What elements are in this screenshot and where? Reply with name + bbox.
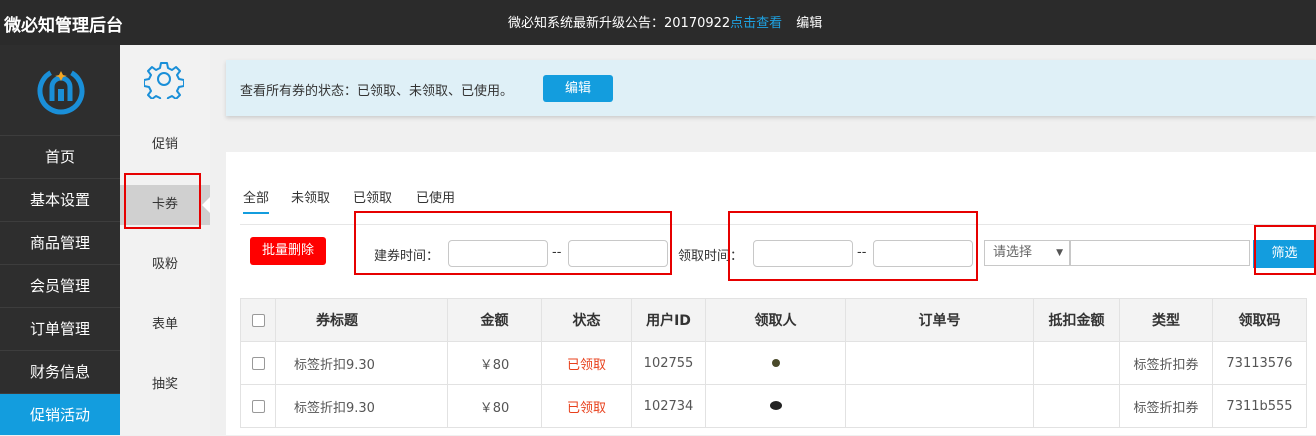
- cell-user-id: 102755: [631, 341, 706, 385]
- col-title: 券标题: [275, 298, 448, 342]
- top-bar: 微必知管理后台 微必知系统最新升级公告：20170922点击查看 编辑: [0, 0, 1316, 45]
- coupon-table: 券标题 金额 状态 用户ID 领取人 订单号 抵扣金额 类型 领取码 标签折扣9…: [240, 298, 1307, 428]
- cell-amount: ￥80: [447, 341, 542, 385]
- tab-claimed[interactable]: 已领取: [353, 187, 392, 206]
- active-indicator: [202, 197, 210, 213]
- cell-status: 已领取: [541, 341, 632, 385]
- filter-keyword-input[interactable]: [1070, 240, 1250, 266]
- coupon-panel: 全部 未领取 已领取 已使用 批量删除 建券时间： -- 领取时间： -- 请选…: [226, 152, 1316, 435]
- row-checkbox[interactable]: [251, 356, 265, 370]
- cell-user-id: 102734: [631, 384, 706, 428]
- sidebar-item-settings[interactable]: 基本设置: [0, 178, 120, 220]
- avatar: [769, 400, 782, 410]
- table-row: 标签折扣9.30 ￥80 已领取 102734 标签折扣券 7311b555: [240, 384, 1307, 428]
- subnav-item-fans[interactable]: 吸粉: [120, 245, 210, 285]
- col-status: 状态: [541, 298, 632, 342]
- row-select-cell: [240, 341, 276, 385]
- highlight-box: [1254, 225, 1316, 275]
- app-title: 微必知管理后台: [4, 16, 123, 36]
- cell-deduction: [1033, 384, 1120, 428]
- avatar: [771, 358, 780, 367]
- chevron-down-icon: ▼: [1056, 248, 1063, 258]
- cell-claim-code: 7311b555: [1212, 384, 1307, 428]
- cell-type: 标签折扣券: [1119, 341, 1213, 385]
- cell-claimer: [705, 384, 846, 428]
- announcement-edit-link[interactable]: 编辑: [796, 16, 822, 31]
- cell-order-no: [845, 384, 1034, 428]
- batch-delete-button[interactable]: 批量删除: [250, 237, 326, 265]
- sidebar-item-products[interactable]: 商品管理: [0, 221, 120, 263]
- select-all-checkbox[interactable]: [251, 313, 265, 327]
- cell-type: 标签折扣券: [1119, 384, 1213, 428]
- banner-text: 查看所有券的状态：已领取、未领取、已使用。: [240, 84, 514, 99]
- announcement-text: 微必知系统最新升级公告：20170922: [508, 16, 731, 31]
- cell-status: 已领取: [541, 384, 632, 428]
- col-amount: 金额: [447, 298, 542, 342]
- highlight-box: [728, 211, 978, 281]
- cell-amount: ￥80: [447, 384, 542, 428]
- highlight-box: [354, 211, 672, 275]
- banner-edit-button[interactable]: 编辑: [543, 75, 613, 102]
- cell-claimer: [705, 341, 846, 385]
- subnav-item-lottery[interactable]: 抽奖: [120, 365, 210, 405]
- col-user-id: 用户ID: [631, 298, 706, 342]
- tab-unclaimed[interactable]: 未领取: [291, 187, 330, 206]
- row-select-cell: [240, 384, 276, 428]
- sub-nav: 促销 卡券 吸粉 表单 抽奖: [120, 45, 210, 435]
- announcement: 微必知系统最新升级公告：20170922点击查看 编辑: [508, 12, 822, 31]
- col-claimer: 领取人: [705, 298, 846, 342]
- cell-title: 标签折扣9.30: [275, 341, 448, 385]
- sidebar-item-home[interactable]: 首页: [0, 135, 120, 177]
- sidebar: 首页 基本设置 商品管理 会员管理 订单管理 财务信息 促销活动: [0, 45, 120, 435]
- table-row: 标签折扣9.30 ￥80 已领取 102755 标签折扣券 73113576: [240, 341, 1307, 385]
- subnav-item-forms[interactable]: 表单: [120, 305, 210, 345]
- table-header-row: 券标题 金额 状态 用户ID 领取人 订单号 抵扣金额 类型 领取码: [240, 298, 1307, 342]
- row-checkbox[interactable]: [251, 399, 265, 413]
- sidebar-item-finance[interactable]: 财务信息: [0, 350, 120, 392]
- col-type: 类型: [1119, 298, 1213, 342]
- brand-logo-icon: [37, 67, 85, 115]
- cell-deduction: [1033, 341, 1120, 385]
- select-all-cell: [240, 298, 276, 342]
- cell-order-no: [845, 341, 1034, 385]
- sidebar-item-promotions[interactable]: 促销活动: [0, 393, 120, 435]
- sidebar-item-members[interactable]: 会员管理: [0, 264, 120, 306]
- gear-icon: [144, 62, 184, 99]
- cell-claim-code: 73113576: [1212, 341, 1307, 385]
- col-order-no: 订单号: [845, 298, 1034, 342]
- info-banner: 查看所有券的状态：已领取、未领取、已使用。 编辑: [226, 60, 1316, 116]
- col-claim-code: 领取码: [1212, 298, 1307, 342]
- sidebar-item-orders[interactable]: 订单管理: [0, 307, 120, 349]
- tab-used[interactable]: 已使用: [416, 187, 455, 206]
- subnav-item-promo[interactable]: 促销: [120, 125, 210, 165]
- highlight-box: [124, 173, 201, 229]
- tab-all[interactable]: 全部: [243, 187, 270, 214]
- col-deduction: 抵扣金额: [1033, 298, 1120, 342]
- filter-select[interactable]: 请选择 ▼: [984, 240, 1070, 266]
- cell-title: 标签折扣9.30: [275, 384, 448, 428]
- filter-select-value: 请选择: [993, 245, 1033, 260]
- announcement-link[interactable]: 点击查看: [730, 16, 782, 31]
